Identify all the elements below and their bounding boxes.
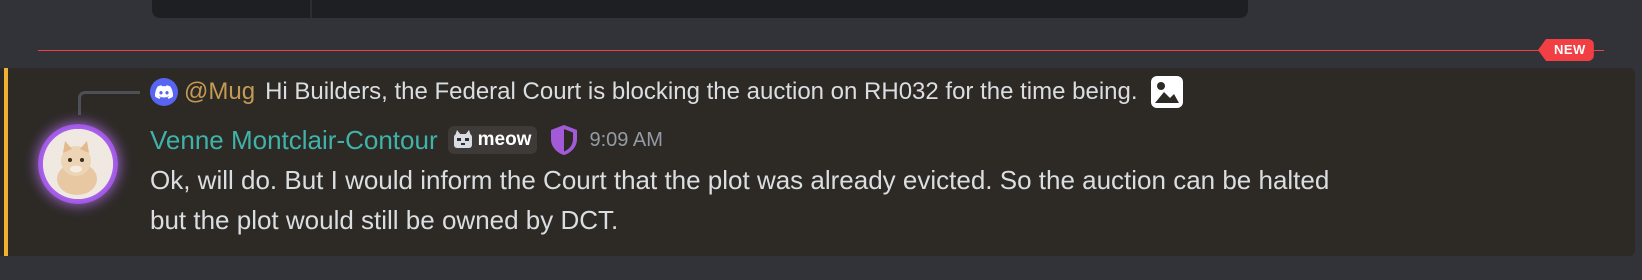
message-content: Ok, will do. But I would inform the Cour…: [150, 160, 1620, 240]
chat-background: [0, 256, 1642, 280]
message-timestamp[interactable]: 9:09 AM: [589, 129, 662, 152]
message-line: Ok, will do. But I would inform the Cour…: [150, 165, 1330, 195]
new-messages-badge: NEW: [1538, 39, 1594, 61]
purple-shield-icon[interactable]: [549, 124, 579, 156]
previous-embed[interactable]: [152, 0, 1248, 18]
message-author[interactable]: Venne Montclair-Contour: [150, 125, 438, 156]
previous-message: [0, 0, 1642, 36]
reply-author[interactable]: @Mug: [184, 78, 255, 106]
chat-message[interactable]: @Mug Hi Builders, the Federal Court is b…: [0, 68, 1635, 256]
clan-tag-label: meow: [477, 129, 532, 150]
message-header: Venne Montclair-Contour meow 9:09 AM: [150, 122, 663, 158]
cat-avatar-image: [43, 129, 113, 199]
clan-tag[interactable]: meow: [447, 126, 538, 154]
reply-preview[interactable]: @Mug Hi Builders, the Federal Court is b…: [150, 75, 1184, 109]
discord-logo-icon[interactable]: [150, 78, 178, 106]
message-line: but the plot would still be owned by DCT…: [150, 205, 619, 235]
avatar[interactable]: [38, 124, 118, 204]
image-icon: [1150, 75, 1184, 109]
reply-spine: [78, 91, 140, 115]
mention-highlight-bar: [4, 68, 8, 256]
embed-column-divider: [310, 0, 312, 18]
chat-page: NEW @Mug Hi Builders, the Federal Court …: [0, 0, 1642, 280]
new-messages-divider: [38, 50, 1604, 51]
cat-tag-icon: [453, 130, 472, 148]
reply-text[interactable]: Hi Builders, the Federal Court is blocki…: [265, 78, 1137, 106]
